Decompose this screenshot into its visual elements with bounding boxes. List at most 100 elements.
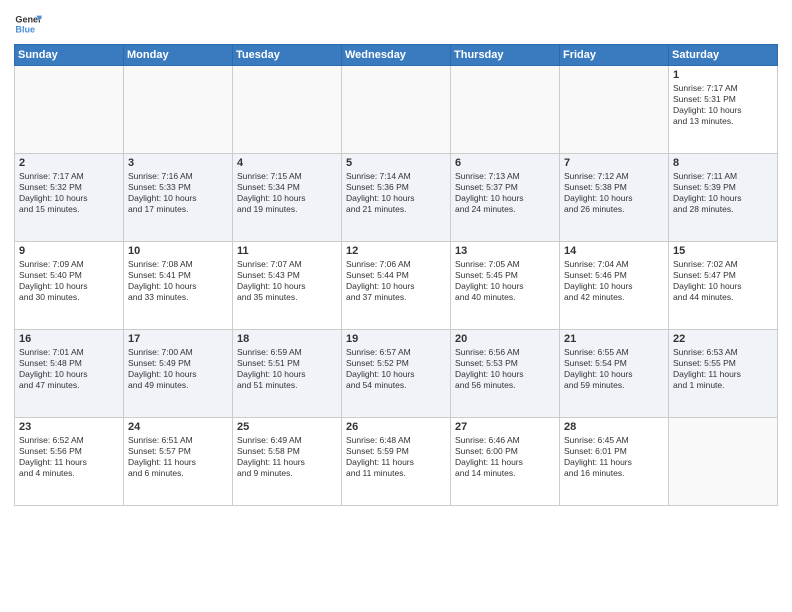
day-number: 15 <box>673 245 773 257</box>
calendar-cell <box>15 66 124 154</box>
day-info: Sunrise: 6:46 AM Sunset: 6:00 PM Dayligh… <box>455 435 555 479</box>
day-info: Sunrise: 7:16 AM Sunset: 5:33 PM Dayligh… <box>128 171 228 215</box>
day-info: Sunrise: 7:07 AM Sunset: 5:43 PM Dayligh… <box>237 259 337 303</box>
calendar-cell: 3 Sunrise: 7:16 AM Sunset: 5:33 PM Daylig… <box>124 154 233 242</box>
calendar-cell: 1 Sunrise: 7:17 AM Sunset: 5:31 PM Daylig… <box>669 66 778 154</box>
calendar-week-2: 2Sunrise: 7:17 AM Sunset: 5:32 PM Daylig… <box>15 154 778 242</box>
calendar-cell: 23 Sunrise: 6:52 AM Sunset: 5:56 PM Dayli… <box>15 418 124 506</box>
calendar-cell <box>124 66 233 154</box>
weekday-header-tuesday: Tuesday <box>233 45 342 66</box>
calendar-week-1: 1 Sunrise: 7:17 AM Sunset: 5:31 PM Daylig… <box>15 66 778 154</box>
day-number: 4 <box>237 157 337 169</box>
calendar-table: SundayMondayTuesdayWednesdayThursdayFrid… <box>14 44 778 506</box>
day-info: Sunrise: 7:09 AM Sunset: 5:40 PM Dayligh… <box>19 259 119 303</box>
weekday-header-thursday: Thursday <box>451 45 560 66</box>
day-number: 24 <box>128 421 228 433</box>
day-info: Sunrise: 7:08 AM Sunset: 5:41 PM Dayligh… <box>128 259 228 303</box>
day-info: Sunrise: 7:13 AM Sunset: 5:37 PM Dayligh… <box>455 171 555 215</box>
day-info: Sunrise: 7:06 AM Sunset: 5:44 PM Dayligh… <box>346 259 446 303</box>
calendar-cell <box>451 66 560 154</box>
day-info: Sunrise: 6:52 AM Sunset: 5:56 PM Dayligh… <box>19 435 119 479</box>
day-number: 10 <box>128 245 228 257</box>
day-info: Sunrise: 7:00 AM Sunset: 5:49 PM Dayligh… <box>128 347 228 391</box>
calendar-cell: 20 Sunrise: 6:56 AM Sunset: 5:53 PM Dayli… <box>451 330 560 418</box>
calendar-cell: 16 Sunrise: 7:01 AM Sunset: 5:48 PM Dayli… <box>15 330 124 418</box>
day-number: 23 <box>19 421 119 433</box>
calendar-cell: 8 Sunrise: 7:11 AM Sunset: 5:39 PM Daylig… <box>669 154 778 242</box>
calendar-header-row: SundayMondayTuesdayWednesdayThursdayFrid… <box>15 45 778 66</box>
calendar-cell: 15 Sunrise: 7:02 AM Sunset: 5:47 PM Dayli… <box>669 242 778 330</box>
calendar-cell: 17 Sunrise: 7:00 AM Sunset: 5:49 PM Dayli… <box>124 330 233 418</box>
day-info: Sunrise: 6:45 AM Sunset: 6:01 PM Dayligh… <box>564 435 664 479</box>
day-number: 21 <box>564 333 664 345</box>
day-number: 5 <box>346 157 446 169</box>
calendar-cell <box>342 66 451 154</box>
day-number: 26 <box>346 421 446 433</box>
day-number: 7 <box>564 157 664 169</box>
day-info: Sunrise: 7:11 AM Sunset: 5:39 PM Dayligh… <box>673 171 773 215</box>
calendar-cell: 2Sunrise: 7:17 AM Sunset: 5:32 PM Daylig… <box>15 154 124 242</box>
day-info: Sunrise: 7:15 AM Sunset: 5:34 PM Dayligh… <box>237 171 337 215</box>
calendar-week-4: 16 Sunrise: 7:01 AM Sunset: 5:48 PM Dayli… <box>15 330 778 418</box>
day-info: Sunrise: 6:49 AM Sunset: 5:58 PM Dayligh… <box>237 435 337 479</box>
header: General Blue <box>14 10 778 38</box>
calendar-cell: 26 Sunrise: 6:48 AM Sunset: 5:59 PM Dayli… <box>342 418 451 506</box>
day-number: 11 <box>237 245 337 257</box>
day-number: 9 <box>19 245 119 257</box>
logo: General Blue <box>14 10 46 38</box>
day-number: 22 <box>673 333 773 345</box>
calendar-cell: 4 Sunrise: 7:15 AM Sunset: 5:34 PM Daylig… <box>233 154 342 242</box>
calendar-cell <box>560 66 669 154</box>
day-number: 25 <box>237 421 337 433</box>
calendar-cell: 12 Sunrise: 7:06 AM Sunset: 5:44 PM Dayli… <box>342 242 451 330</box>
day-info: Sunrise: 6:55 AM Sunset: 5:54 PM Dayligh… <box>564 347 664 391</box>
day-info: Sunrise: 7:12 AM Sunset: 5:38 PM Dayligh… <box>564 171 664 215</box>
day-number: 17 <box>128 333 228 345</box>
day-number: 16 <box>19 333 119 345</box>
calendar-cell: 6 Sunrise: 7:13 AM Sunset: 5:37 PM Daylig… <box>451 154 560 242</box>
calendar-cell: 10 Sunrise: 7:08 AM Sunset: 5:41 PM Dayli… <box>124 242 233 330</box>
calendar-cell: 14 Sunrise: 7:04 AM Sunset: 5:46 PM Dayli… <box>560 242 669 330</box>
day-info: Sunrise: 7:14 AM Sunset: 5:36 PM Dayligh… <box>346 171 446 215</box>
weekday-header-wednesday: Wednesday <box>342 45 451 66</box>
day-number: 1 <box>673 69 773 81</box>
day-info: Sunrise: 7:04 AM Sunset: 5:46 PM Dayligh… <box>564 259 664 303</box>
day-info: Sunrise: 6:51 AM Sunset: 5:57 PM Dayligh… <box>128 435 228 479</box>
day-info: Sunrise: 7:17 AM Sunset: 5:31 PM Dayligh… <box>673 83 773 127</box>
calendar-cell: 25 Sunrise: 6:49 AM Sunset: 5:58 PM Dayli… <box>233 418 342 506</box>
day-info: Sunrise: 6:57 AM Sunset: 5:52 PM Dayligh… <box>346 347 446 391</box>
calendar-cell: 5 Sunrise: 7:14 AM Sunset: 5:36 PM Daylig… <box>342 154 451 242</box>
day-info: Sunrise: 7:17 AM Sunset: 5:32 PM Dayligh… <box>19 171 119 215</box>
day-info: Sunrise: 6:56 AM Sunset: 5:53 PM Dayligh… <box>455 347 555 391</box>
day-info: Sunrise: 6:59 AM Sunset: 5:51 PM Dayligh… <box>237 347 337 391</box>
calendar-cell: 9 Sunrise: 7:09 AM Sunset: 5:40 PM Daylig… <box>15 242 124 330</box>
weekday-header-monday: Monday <box>124 45 233 66</box>
calendar-cell: 7 Sunrise: 7:12 AM Sunset: 5:38 PM Daylig… <box>560 154 669 242</box>
day-info: Sunrise: 6:48 AM Sunset: 5:59 PM Dayligh… <box>346 435 446 479</box>
day-number: 6 <box>455 157 555 169</box>
day-number: 20 <box>455 333 555 345</box>
day-number: 14 <box>564 245 664 257</box>
calendar-cell: 11 Sunrise: 7:07 AM Sunset: 5:43 PM Dayli… <box>233 242 342 330</box>
day-number: 18 <box>237 333 337 345</box>
day-info: Sunrise: 7:01 AM Sunset: 5:48 PM Dayligh… <box>19 347 119 391</box>
calendar-cell: 21 Sunrise: 6:55 AM Sunset: 5:54 PM Dayli… <box>560 330 669 418</box>
calendar-cell: 27 Sunrise: 6:46 AM Sunset: 6:00 PM Dayli… <box>451 418 560 506</box>
day-number: 13 <box>455 245 555 257</box>
svg-text:Blue: Blue <box>15 24 35 34</box>
weekday-header-saturday: Saturday <box>669 45 778 66</box>
day-info: Sunrise: 7:02 AM Sunset: 5:47 PM Dayligh… <box>673 259 773 303</box>
calendar-week-3: 9 Sunrise: 7:09 AM Sunset: 5:40 PM Daylig… <box>15 242 778 330</box>
weekday-header-friday: Friday <box>560 45 669 66</box>
day-number: 12 <box>346 245 446 257</box>
calendar-cell <box>669 418 778 506</box>
calendar-cell: 18 Sunrise: 6:59 AM Sunset: 5:51 PM Dayli… <box>233 330 342 418</box>
day-number: 3 <box>128 157 228 169</box>
calendar-cell <box>233 66 342 154</box>
day-number: 27 <box>455 421 555 433</box>
day-number: 28 <box>564 421 664 433</box>
calendar-cell: 24 Sunrise: 6:51 AM Sunset: 5:57 PM Dayli… <box>124 418 233 506</box>
calendar-week-5: 23 Sunrise: 6:52 AM Sunset: 5:56 PM Dayli… <box>15 418 778 506</box>
day-number: 19 <box>346 333 446 345</box>
day-number: 8 <box>673 157 773 169</box>
